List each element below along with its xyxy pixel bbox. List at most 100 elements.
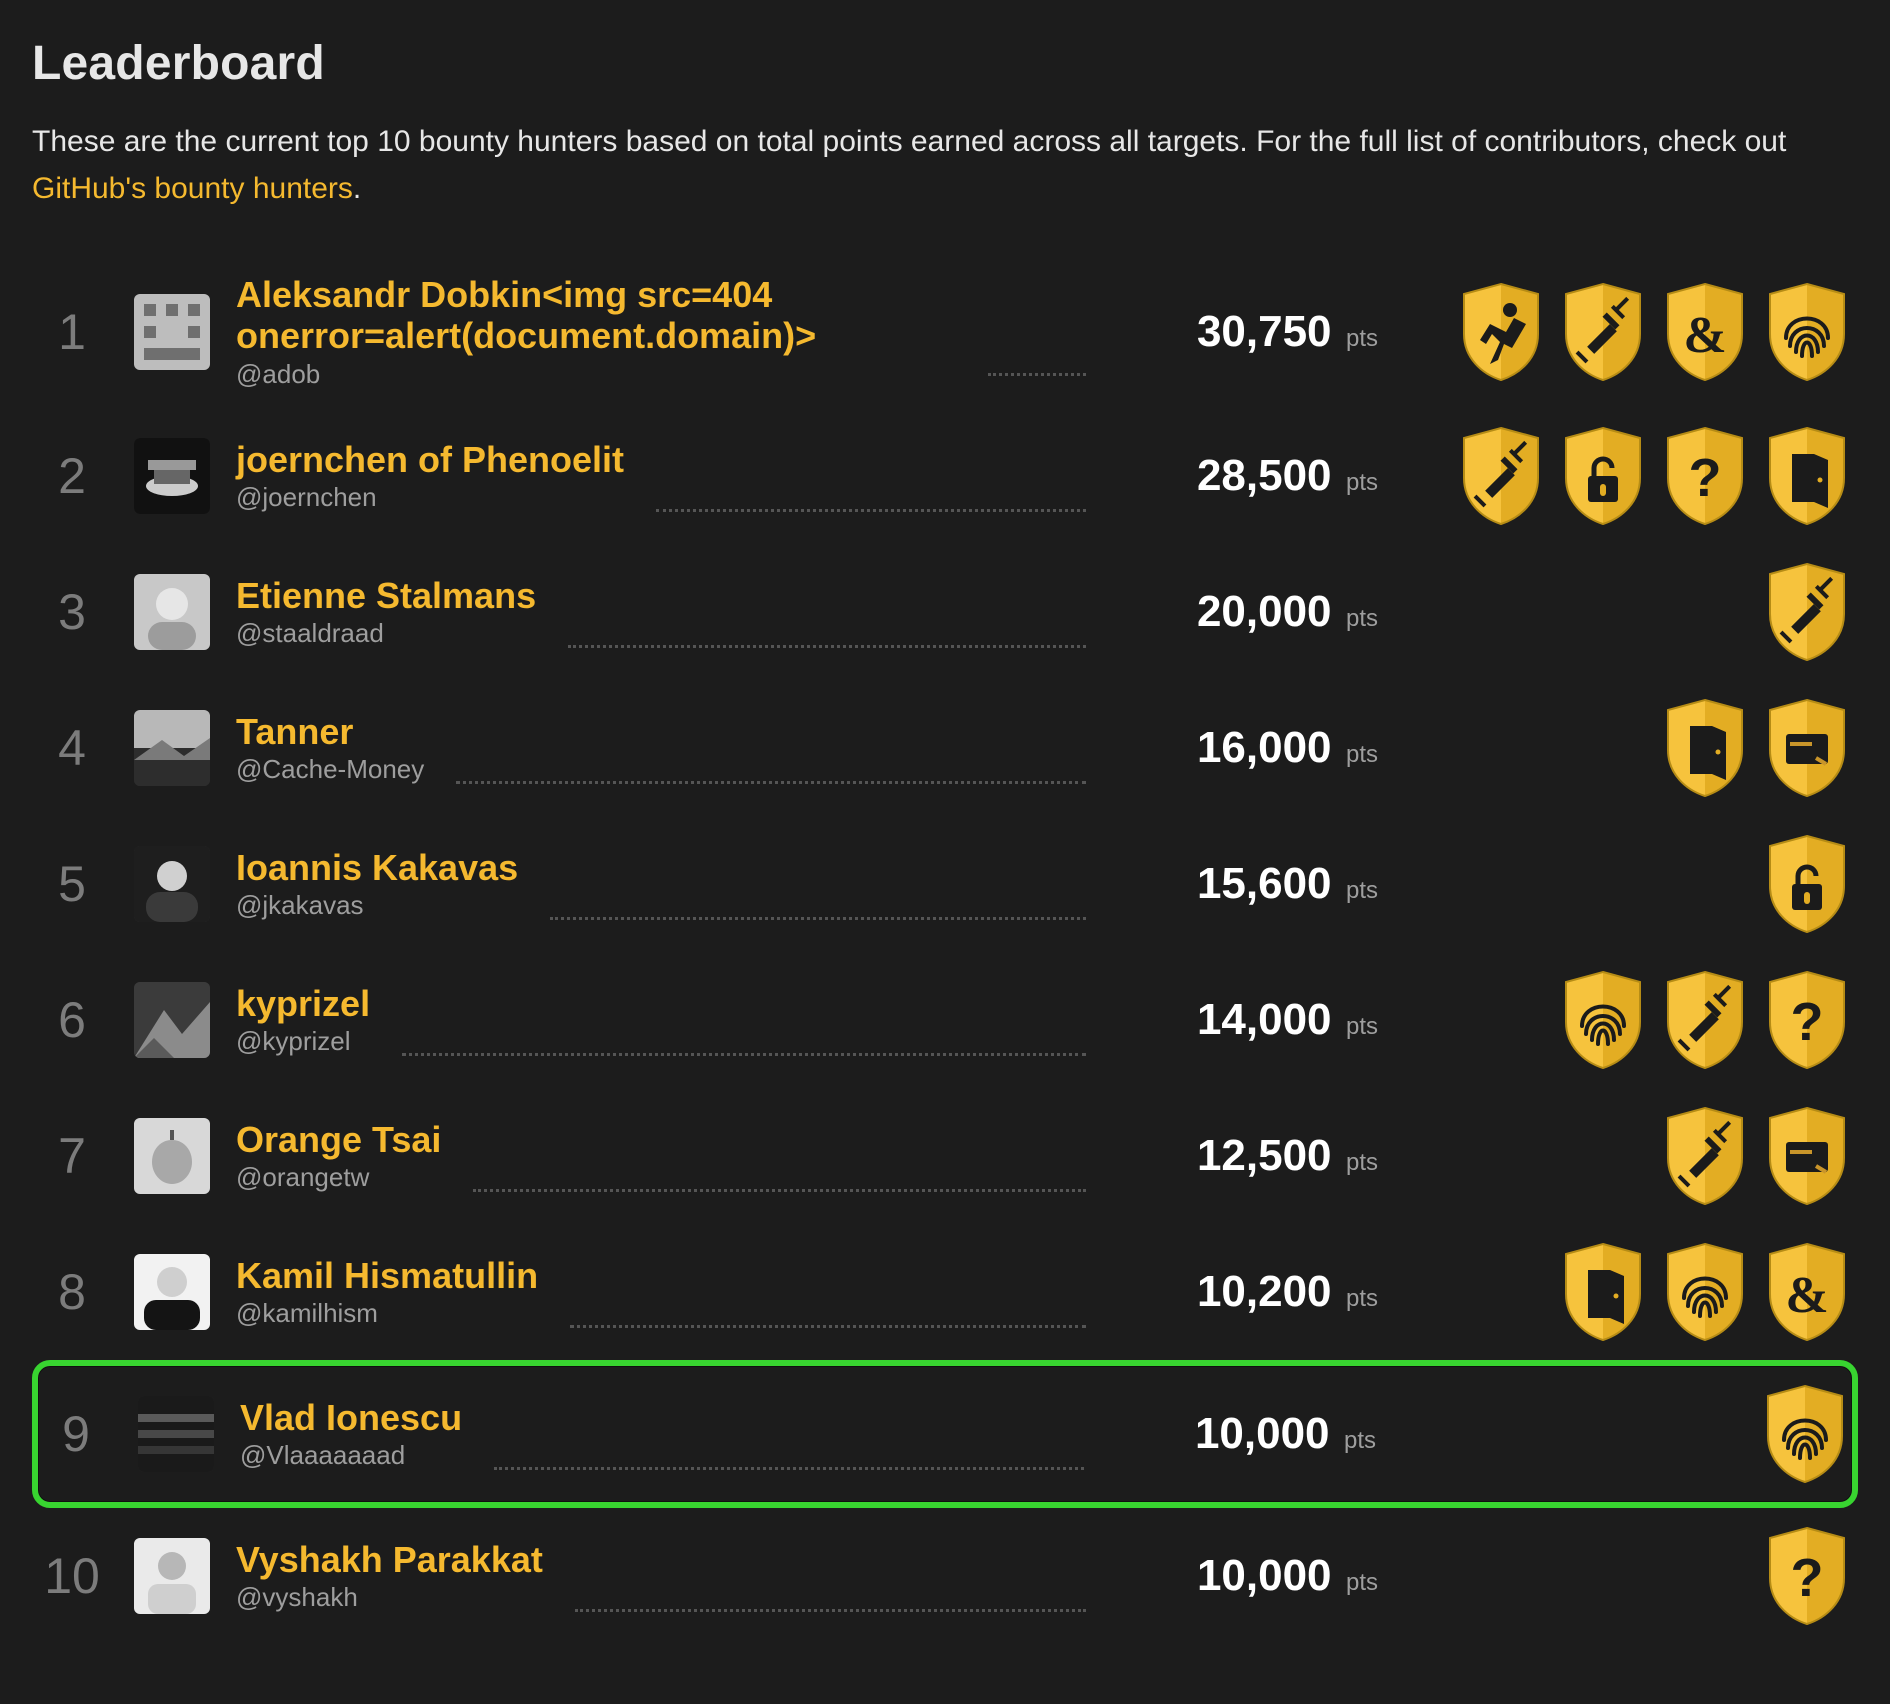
leaderboard-row[interactable]: 4 Tanner @Cache-Money 16,000 pts <box>32 680 1858 816</box>
user-block: Kamil Hismatullin @kamilhism <box>236 1255 538 1329</box>
user-name[interactable]: Orange Tsai <box>236 1119 441 1160</box>
points-label: pts <box>1344 1427 1376 1454</box>
user-handle[interactable]: @joernchen <box>236 482 624 513</box>
avatar <box>134 846 210 922</box>
points: 15,600 pts <box>1118 859 1378 909</box>
leaderboard-row[interactable]: 7 Orange Tsai @orangetw 12,500 pts <box>32 1088 1858 1224</box>
points: 20,000 pts <box>1118 587 1378 637</box>
avatar <box>134 1254 210 1330</box>
leaderboard-row[interactable]: 1 Aleksandr Dobkin<img src=404 onerror=a… <box>32 256 1858 408</box>
dotted-leader <box>456 781 1086 784</box>
dotted-leader <box>656 509 1086 512</box>
points-label: pts <box>1346 1149 1378 1176</box>
user-block: kyprizel @kyprizel <box>236 983 370 1057</box>
user-handle[interactable]: @Cache-Money <box>236 754 424 785</box>
user-handle[interactable]: @adob <box>236 359 956 390</box>
ampersand-icon <box>1766 1242 1848 1342</box>
user-handle[interactable]: @vyshakh <box>236 1582 543 1613</box>
user-block: Orange Tsai @orangetw <box>236 1119 441 1193</box>
points-label: pts <box>1346 1285 1378 1312</box>
leaderboard-row[interactable]: 8 Kamil Hismatullin @kamilhism 10,200 pt… <box>32 1224 1858 1360</box>
badges <box>1428 970 1848 1070</box>
points-label: pts <box>1346 741 1378 768</box>
card-icon <box>1766 1106 1848 1206</box>
user-block: Vyshakh Parakkat @vyshakh <box>236 1539 543 1613</box>
rank-number: 8 <box>36 1263 108 1321</box>
avatar <box>134 438 210 514</box>
user-name[interactable]: Vlad Ionescu <box>240 1397 462 1438</box>
points-label: pts <box>1346 469 1378 496</box>
user-name[interactable]: Kamil Hismatullin <box>236 1255 538 1296</box>
ampersand-icon <box>1664 282 1746 382</box>
avatar <box>134 1538 210 1614</box>
leaderboard-row[interactable]: 9 Vlad Ionescu @Vlaaaaaaad 10,000 pts <box>32 1360 1858 1508</box>
dotted-leader <box>570 1325 1086 1328</box>
points-value: 30,750 <box>1197 307 1332 356</box>
fingerprint-icon <box>1664 1242 1746 1342</box>
points-value: 10,000 <box>1197 1551 1332 1600</box>
points-value: 20,000 <box>1197 587 1332 636</box>
leaderboard-list: 1 Aleksandr Dobkin<img src=404 onerror=a… <box>32 256 1858 1644</box>
syringe-icon <box>1562 282 1644 382</box>
rank-number: 9 <box>40 1405 112 1463</box>
rank-number: 2 <box>36 447 108 505</box>
points-value: 14,000 <box>1197 995 1332 1044</box>
open-lock-icon <box>1562 426 1644 526</box>
points-value: 12,500 <box>1197 1131 1332 1180</box>
avatar <box>134 982 210 1058</box>
dotted-leader <box>402 1053 1086 1056</box>
points-label: pts <box>1346 1013 1378 1040</box>
user-block: Aleksandr Dobkin<img src=404 onerror=ale… <box>236 274 956 390</box>
points: 12,500 pts <box>1118 1131 1378 1181</box>
user-name[interactable]: Tanner <box>236 711 424 752</box>
dotted-leader <box>575 1609 1086 1612</box>
rank-number: 1 <box>36 303 108 361</box>
user-name[interactable]: Aleksandr Dobkin<img src=404 onerror=ale… <box>236 274 956 357</box>
leaderboard-row[interactable]: 3 Etienne Stalmans @staaldraad 20,000 pt… <box>32 544 1858 680</box>
open-lock-icon <box>1766 834 1848 934</box>
avatar <box>134 710 210 786</box>
intro-post: . <box>353 172 361 205</box>
leaderboard-row[interactable]: 2 joernchen of Phenoelit @joernchen 28,5… <box>32 408 1858 544</box>
user-block: Vlad Ionescu @Vlaaaaaaad <box>240 1397 462 1471</box>
user-handle[interactable]: @staaldraad <box>236 618 536 649</box>
leaderboard-page: Leaderboard These are the current top 10… <box>0 0 1890 1704</box>
user-name[interactable]: Etienne Stalmans <box>236 575 536 616</box>
user-handle[interactable]: @jkakavas <box>236 890 518 921</box>
dotted-leader <box>473 1189 1086 1192</box>
badges <box>1428 1526 1848 1626</box>
points-value: 15,600 <box>1197 859 1332 908</box>
syringe-icon <box>1460 426 1542 526</box>
user-block: joernchen of Phenoelit @joernchen <box>236 439 624 513</box>
points-value: 16,000 <box>1197 723 1332 772</box>
user-handle[interactable]: @kyprizel <box>236 1026 370 1057</box>
user-handle[interactable]: @Vlaaaaaaad <box>240 1440 462 1471</box>
points: 14,000 pts <box>1118 995 1378 1045</box>
intro-text: These are the current top 10 bounty hunt… <box>32 119 1852 212</box>
syringe-icon <box>1664 1106 1746 1206</box>
user-name[interactable]: joernchen of Phenoelit <box>236 439 624 480</box>
question-icon <box>1766 970 1848 1070</box>
points: 10,000 pts <box>1116 1409 1376 1459</box>
dotted-leader <box>494 1467 1084 1470</box>
user-block: Etienne Stalmans @staaldraad <box>236 575 536 649</box>
leaderboard-row[interactable]: 5 Ioannis Kakavas @jkakavas 15,600 pts <box>32 816 1858 952</box>
user-handle[interactable]: @kamilhism <box>236 1298 538 1329</box>
bounty-hunters-link[interactable]: GitHub's bounty hunters <box>32 172 353 205</box>
leaderboard-row[interactable]: 6 kyprizel @kyprizel 14,000 pts <box>32 952 1858 1088</box>
user-name[interactable]: Vyshakh Parakkat <box>236 1539 543 1580</box>
user-handle[interactable]: @orangetw <box>236 1162 441 1193</box>
syringe-icon <box>1766 562 1848 662</box>
user-name[interactable]: Ioannis Kakavas <box>236 847 518 888</box>
rank-number: 3 <box>36 583 108 641</box>
card-icon <box>1766 698 1848 798</box>
dotted-leader <box>568 645 1086 648</box>
running-person-icon <box>1460 282 1542 382</box>
rank-number: 7 <box>36 1127 108 1185</box>
badges <box>1426 1384 1846 1484</box>
points: 10,200 pts <box>1118 1267 1378 1317</box>
user-name[interactable]: kyprizel <box>236 983 370 1024</box>
badges <box>1428 1106 1848 1206</box>
open-door-icon <box>1562 1242 1644 1342</box>
leaderboard-row[interactable]: 10 Vyshakh Parakkat @vyshakh 10,000 pts <box>32 1508 1858 1644</box>
